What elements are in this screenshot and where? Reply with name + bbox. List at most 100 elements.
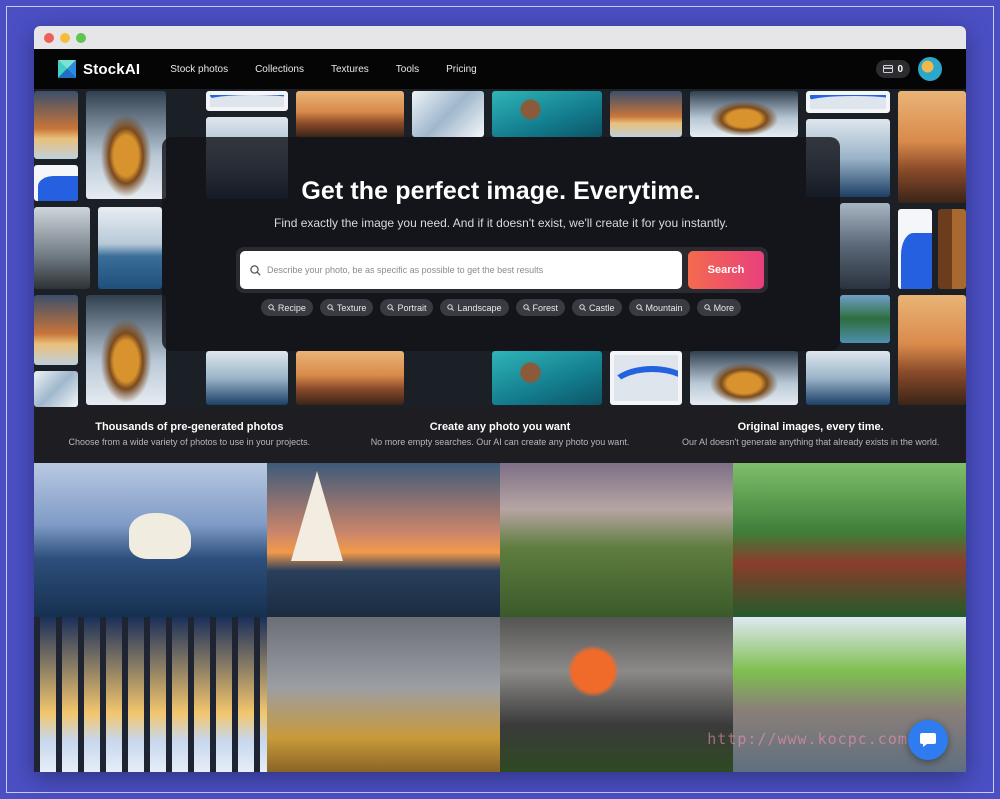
search-button[interactable]: Search <box>688 251 764 289</box>
search-input-wrapper <box>240 251 682 289</box>
mosaic-tile <box>840 295 890 343</box>
chip-label: More <box>713 302 735 313</box>
mosaic-tile <box>840 203 890 289</box>
photo-volcano-eruption[interactable] <box>500 617 733 772</box>
feature-desc: Choose from a wide variety of photos to … <box>68 437 311 447</box>
minimize-window-button[interactable] <box>60 32 70 43</box>
mosaic-tile <box>610 351 682 405</box>
photo-jungle-river[interactable] <box>733 463 966 617</box>
chat-button[interactable] <box>908 720 948 760</box>
mosaic-tile <box>806 351 890 405</box>
chip-mountain[interactable]: Mountain <box>628 299 690 316</box>
photo-winter-forest[interactable] <box>34 617 267 772</box>
chip-texture[interactable]: Texture <box>319 299 374 316</box>
mosaic-tile <box>34 165 78 201</box>
chip-forest[interactable]: Forest <box>515 299 566 316</box>
photo-sailboats-sunset[interactable] <box>267 463 500 617</box>
mosaic-tile <box>492 351 602 405</box>
mosaic-tile <box>610 91 682 137</box>
chip-label: Recipe <box>277 302 306 313</box>
mosaic-tile <box>492 91 602 137</box>
mosaic-tile <box>412 91 484 137</box>
chip-label: Landscape <box>457 302 502 313</box>
mosaic-tile <box>296 91 404 137</box>
mosaic-tile <box>898 295 966 405</box>
mosaic-tile <box>34 295 78 365</box>
logo[interactable]: StockAI <box>58 60 140 78</box>
mosaic-tile <box>98 207 162 289</box>
mosaic-tile <box>806 91 890 113</box>
chip-landscape[interactable]: Landscape <box>440 299 509 316</box>
mosaic-tile <box>898 209 932 289</box>
search-icon <box>268 304 275 311</box>
mosaic-tile <box>898 91 966 203</box>
search-icon <box>579 304 586 311</box>
feature-pre-generated: Thousands of pre-generated photos Choose… <box>34 407 345 463</box>
feature-create-any: Create any photo you want No more empty … <box>345 407 656 463</box>
mosaic-tile <box>34 91 78 159</box>
mosaic-tile <box>206 351 288 405</box>
mosaic-tile <box>86 295 166 405</box>
chip-label: Castle <box>589 302 615 313</box>
mosaic-tile <box>34 371 78 407</box>
credits-badge[interactable]: 0 <box>876 60 910 78</box>
nav-link-pricing[interactable]: Pricing <box>446 64 477 75</box>
chip-recipe[interactable]: Recipe <box>260 299 313 316</box>
search-icon <box>387 304 395 311</box>
credits-count: 0 <box>897 63 903 75</box>
chip-portrait[interactable]: Portrait <box>380 299 434 316</box>
mosaic-tile <box>86 91 166 199</box>
feature-title: Original images, every time. <box>737 421 884 433</box>
nav-link-textures[interactable]: Textures <box>331 64 369 75</box>
browser-window: StockAI Stock photos Collections Texture… <box>34 26 966 772</box>
search-bar: Search <box>236 247 768 293</box>
search-icon <box>635 304 643 311</box>
feature-desc: No more empty searches. Our AI can creat… <box>370 437 630 447</box>
chip-castle[interactable]: Castle <box>572 299 622 316</box>
nav-link-collections[interactable]: Collections <box>255 64 304 75</box>
hero-title: Get the perfect image. Everytime. <box>301 177 701 205</box>
photo-gallery <box>34 463 966 772</box>
avatar[interactable] <box>918 57 942 81</box>
search-icon <box>327 304 334 311</box>
search-icon <box>703 304 711 311</box>
hero-panel: Get the perfect image. Everytime. Find e… <box>162 137 840 351</box>
window-titlebar <box>34 26 966 49</box>
chat-icon <box>920 733 936 747</box>
feature-desc: Our AI doesn't generate anything that al… <box>681 437 940 447</box>
mosaic-tile <box>690 91 798 137</box>
chip-label: Mountain <box>645 302 683 313</box>
mosaic-tile <box>938 209 966 289</box>
nav-right: 0 <box>876 57 942 81</box>
top-nav: StockAI Stock photos Collections Texture… <box>34 49 966 89</box>
search-icon <box>447 304 455 311</box>
suggestion-chips: Recipe Texture Portrait Landscape Forest… <box>162 299 840 316</box>
credit-card-icon <box>883 65 894 73</box>
stockai-logo-icon <box>58 60 76 78</box>
search-icon <box>250 264 261 276</box>
features-strip: Thousands of pre-generated photos Choose… <box>34 407 966 463</box>
photo-hill-castle[interactable] <box>500 463 733 617</box>
chip-more[interactable]: More <box>696 299 742 316</box>
close-window-button[interactable] <box>44 32 54 43</box>
feature-original: Original images, every time. Our AI does… <box>655 407 966 463</box>
chip-label: Texture <box>336 302 367 313</box>
search-input[interactable] <box>267 265 682 275</box>
hero-subtitle: Find exactly the image you need. And if … <box>274 216 728 230</box>
maximize-window-button[interactable] <box>76 32 86 43</box>
feature-title: Thousands of pre-generated photos <box>95 421 284 433</box>
hero-section: Get the perfect image. Everytime. Find e… <box>34 89 966 407</box>
photo-windmill-field[interactable] <box>267 617 500 772</box>
nav-link-stock-photos[interactable]: Stock photos <box>170 64 228 75</box>
mosaic-tile <box>690 351 798 405</box>
mosaic-tile <box>296 351 404 405</box>
feature-title: Create any photo you want <box>429 421 571 433</box>
mosaic-tile <box>34 207 90 289</box>
mosaic-tile <box>206 91 288 111</box>
nav-link-tools[interactable]: Tools <box>396 64 419 75</box>
chip-label: Portrait <box>397 302 427 313</box>
search-icon <box>522 304 530 311</box>
watermark: http://www.kocpc.com.tw <box>707 730 938 748</box>
chip-label: Forest <box>532 302 559 313</box>
photo-polar-bear[interactable] <box>34 463 267 617</box>
